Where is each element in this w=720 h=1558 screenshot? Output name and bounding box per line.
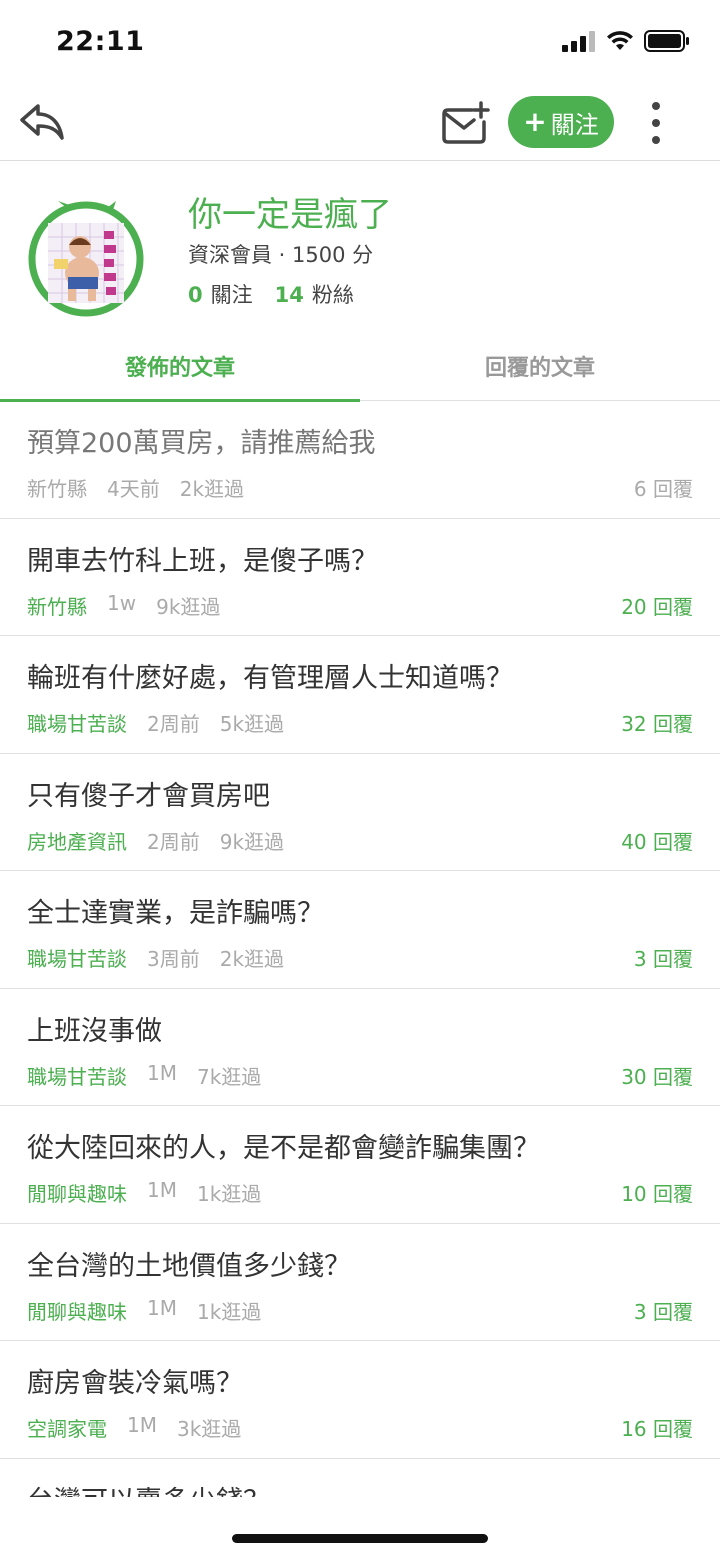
- list-item[interactable]: 上班沒事做 職場甘苦談 1M 7k逛過 30 回覆: [0, 989, 720, 1106]
- more-menu-button[interactable]: [640, 98, 672, 148]
- post-title: 上班沒事做: [27, 1015, 162, 1047]
- more-vertical-icon: [652, 102, 660, 110]
- post-time: 1M: [147, 1060, 177, 1085]
- post-category[interactable]: 職場甘苦談: [27, 1061, 127, 1090]
- profile-stats: 0 關注 14 粉絲: [188, 279, 354, 309]
- post-meta: 閒聊與趣味 1M 1k逛過: [27, 1178, 261, 1207]
- followers-count: 14: [274, 283, 304, 307]
- post-title: 全士達實業，是詐騙嗎？: [27, 898, 324, 929]
- post-category[interactable]: 職場甘苦談: [27, 708, 127, 737]
- list-item[interactable]: 全台灣的土地價值多少錢？ 閒聊與趣味 1M 1k逛過 3 回覆: [0, 1224, 720, 1341]
- post-list: 預算200萬買房，請推薦給我 新竹縣 4天前 2k逛過 6 回覆 開車去竹科上班…: [0, 401, 720, 1497]
- profile-level: 資深會員 · 1500 分: [188, 243, 374, 267]
- follow-label: 關注: [550, 110, 599, 139]
- post-views: 1k逛過: [196, 1182, 262, 1206]
- post-category[interactable]: 房地產資訊: [27, 826, 127, 855]
- avatar[interactable]: [24, 181, 150, 317]
- post-time: 1M: [147, 1295, 177, 1320]
- mail-plus-icon: [442, 101, 490, 144]
- message-button[interactable]: [440, 100, 490, 146]
- list-item[interactable]: 廚房會裝冷氣嗎？ 空調家電 1M 3k逛過 16 回覆: [0, 1341, 720, 1459]
- post-category[interactable]: 閒聊與趣味: [27, 1296, 127, 1325]
- post-views: 3k逛過: [176, 1417, 242, 1441]
- followers-label: 粉絲: [311, 283, 354, 307]
- tab-replied-posts[interactable]: 回覆的文章: [360, 331, 720, 401]
- post-meta: 房地產資訊 2周前 9k逛過: [27, 826, 284, 855]
- post-replies: 3 回覆: [633, 947, 693, 971]
- post-title: 全台灣的土地價值多少錢？: [27, 1250, 351, 1282]
- post-title: 從大陸回來的人，是不是都會變詐騙集團？: [27, 1133, 540, 1164]
- avatar-image: [28, 201, 144, 317]
- post-title: 廚房會裝冷氣嗎？: [27, 1368, 243, 1399]
- list-item[interactable]: 台灣可以賣多少錢？: [0, 1459, 720, 1498]
- post-views: 9k逛過: [219, 829, 285, 854]
- post-views: 7k逛過: [196, 1064, 262, 1089]
- post-category[interactable]: 閒聊與趣味: [27, 1178, 127, 1207]
- post-views: 5k逛過: [219, 712, 285, 736]
- post-meta: 新竹縣 4天前 2k逛過: [27, 473, 244, 502]
- post-replies: 20 回覆: [621, 594, 693, 619]
- tab-published-posts[interactable]: 發佈的文章: [0, 331, 360, 402]
- post-title: 開車去竹科上班，是傻子嗎？: [27, 545, 378, 577]
- post-replies: 16 回覆: [621, 1417, 693, 1441]
- post-category[interactable]: 新竹縣: [27, 473, 87, 502]
- post-time: 2周前: [147, 829, 200, 854]
- post-meta: 閒聊與趣味 1M 1k逛過: [27, 1296, 261, 1325]
- status-time: 22:11: [56, 26, 145, 57]
- post-replies: 10 回覆: [621, 1182, 693, 1206]
- status-bar: 22:11: [0, 0, 720, 86]
- post-meta: 職場甘苦談 3周前 2k逛過: [27, 943, 284, 972]
- post-views: 2k逛過: [179, 477, 245, 501]
- list-item[interactable]: 全士達實業，是詐騙嗎？ 職場甘苦談 3周前 2k逛過 3 回覆: [0, 871, 720, 989]
- following-count: 0: [188, 283, 203, 307]
- post-replies: 32 回覆: [621, 712, 693, 736]
- post-time: 1w: [107, 590, 137, 615]
- post-category[interactable]: 空調家電: [27, 1413, 107, 1442]
- back-button[interactable]: [18, 100, 66, 144]
- post-title: 只有傻子才會買房吧: [27, 780, 270, 812]
- profile-header: 你一定是瘋了 資深會員 · 1500 分 0 關注 14 粉絲: [0, 161, 720, 331]
- nav-bar: + 關注: [0, 86, 720, 161]
- post-views: 2k逛過: [219, 947, 285, 971]
- post-category[interactable]: 新竹縣: [27, 591, 87, 620]
- following-label: 關注: [210, 283, 253, 307]
- plus-icon: +: [523, 105, 547, 138]
- post-time: 3周前: [147, 947, 200, 971]
- post-meta: 職場甘苦談 2周前 5k逛過: [27, 708, 284, 737]
- follow-button[interactable]: + 關注: [508, 96, 614, 148]
- post-time: 4天前: [107, 477, 160, 501]
- post-time: 1M: [127, 1413, 157, 1437]
- wifi-icon: [607, 31, 633, 50]
- post-title: 輪班有什麼好處，有管理層人士知道嗎？: [27, 663, 513, 694]
- post-time: 1M: [147, 1178, 177, 1202]
- followers-stat[interactable]: 14 粉絲: [275, 279, 354, 309]
- home-indicator[interactable]: [232, 1534, 488, 1543]
- post-replies: 6 回覆: [633, 477, 693, 501]
- post-meta: 新竹縣 1w 9k逛過: [27, 591, 220, 620]
- status-icons: [562, 30, 690, 52]
- post-meta: 職場甘苦談 1M 7k逛過: [27, 1061, 261, 1090]
- reply-arrow-icon: [20, 104, 64, 140]
- post-title: 預算200萬買房，請推薦給我: [27, 428, 376, 459]
- post-views: 1k逛過: [196, 1299, 262, 1324]
- profile-name: 你一定是瘋了: [188, 195, 392, 235]
- list-item[interactable]: 開車去竹科上班，是傻子嗎？ 新竹縣 1w 9k逛過 20 回覆: [0, 519, 720, 636]
- list-item[interactable]: 只有傻子才會買房吧 房地產資訊 2周前 9k逛過 40 回覆: [0, 754, 720, 871]
- battery-icon: [644, 30, 689, 52]
- post-views: 9k逛過: [156, 594, 221, 619]
- post-title: 台灣可以賣多少錢？: [27, 1479, 270, 1498]
- list-item[interactable]: 預算200萬買房，請推薦給我 新竹縣 4天前 2k逛過 6 回覆: [0, 401, 720, 519]
- following-stat[interactable]: 0 關注: [188, 279, 253, 309]
- signal-icon: [562, 31, 595, 52]
- list-item[interactable]: 從大陸回來的人，是不是都會變詐騙集團？ 閒聊與趣味 1M 1k逛過 10 回覆: [0, 1106, 720, 1224]
- post-category[interactable]: 職場甘苦談: [27, 943, 127, 972]
- post-replies: 30 回覆: [621, 1064, 693, 1089]
- post-replies: 3 回覆: [633, 1299, 693, 1324]
- post-meta: 空調家電 1M 3k逛過: [27, 1413, 241, 1442]
- post-time: 2周前: [147, 712, 200, 736]
- post-replies: 40 回覆: [621, 829, 693, 854]
- list-item[interactable]: 輪班有什麼好處，有管理層人士知道嗎？ 職場甘苦談 2周前 5k逛過 32 回覆: [0, 636, 720, 754]
- profile-tabs: 發佈的文章 回覆的文章: [0, 331, 720, 402]
